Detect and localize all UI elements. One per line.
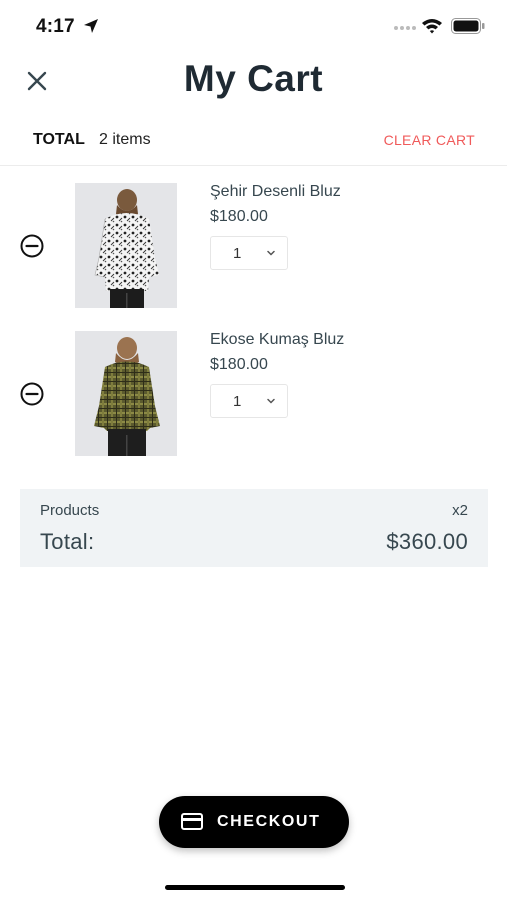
items-count: 2 items — [99, 131, 151, 148]
location-arrow-icon — [84, 19, 98, 33]
item-name: Şehir Desenli Bluz — [210, 183, 341, 200]
credit-card-icon — [181, 813, 203, 830]
order-totals: Products x2 Total: $360.00 — [20, 489, 488, 567]
status-bar: 4:17 — [0, 0, 507, 54]
checkout-label: CHECKOUT — [217, 813, 321, 830]
cart-item: Ekose Kumaş Bluz $180.00 1 — [0, 331, 507, 459]
cart-summary-row: TOTAL 2 items CLEAR CART — [0, 120, 507, 166]
cart-item: Şehir Desenli Bluz $180.00 1 — [0, 183, 507, 311]
total-text: Total: — [40, 529, 95, 554]
battery-icon — [451, 18, 485, 34]
total-amount: $360.00 — [386, 529, 468, 554]
status-time: 4:17 — [36, 16, 75, 37]
page-title: My Cart — [183, 58, 324, 99]
checkout-button[interactable]: CHECKOUT — [159, 796, 349, 848]
signal-icon — [394, 26, 416, 30]
item-price: $180.00 — [210, 208, 268, 225]
remove-item-icon[interactable] — [19, 381, 45, 407]
product-image — [75, 331, 177, 456]
remove-item-icon[interactable] — [19, 233, 45, 259]
home-indicator — [165, 885, 345, 890]
item-name: Ekose Kumaş Bluz — [210, 331, 345, 348]
total-label: TOTAL — [33, 131, 85, 148]
clear-cart-button[interactable]: CLEAR CART — [384, 132, 475, 148]
products-count: x2 — [452, 502, 468, 519]
quantity-value: 1 — [233, 393, 242, 410]
products-label: Products — [40, 502, 100, 519]
item-price: $180.00 — [210, 356, 268, 373]
wifi-icon — [422, 19, 442, 34]
quantity-select[interactable]: 1 — [210, 236, 288, 270]
chevron-down-icon — [267, 250, 275, 256]
product-image — [75, 183, 177, 308]
chevron-down-icon — [267, 398, 275, 404]
quantity-select[interactable]: 1 — [210, 384, 288, 418]
quantity-value: 1 — [233, 245, 242, 262]
